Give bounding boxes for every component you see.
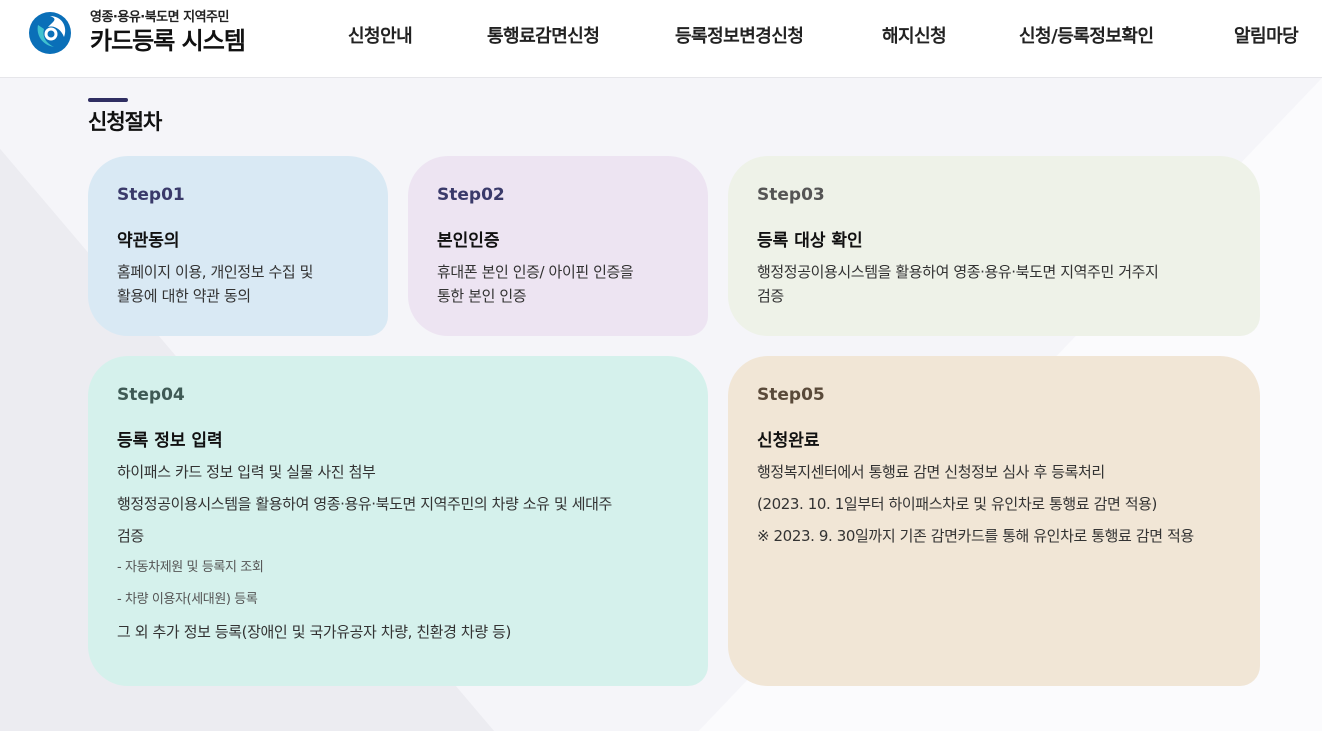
step-title: 등록 대상 확인 (757, 231, 863, 251)
nav-item-registration-check[interactable]: 신청/등록정보확인 (1019, 22, 1154, 48)
step-title: 신청완료 (757, 431, 820, 451)
step-title: 약관동의 (117, 231, 180, 251)
step-card-05: Step05 신청완료 행정복지센터에서 통행료 감면 신청정보 심사 후 등록… (728, 356, 1260, 686)
step-description-line: ※ 2023. 9. 30일까지 기존 감면카드를 통해 유인차로 통행료 감면… (757, 527, 1194, 545)
main-nav: 신청안내 통행료감면신청 등록정보변경신청 해지신청 신청/등록정보확인 알림마… (0, 0, 1322, 78)
step-card-03: Step03 등록 대상 확인 행정정공이용시스템을 활용하여 영종·용유·북도… (728, 156, 1260, 336)
step-card-02: Step02 본인인증 휴대폰 본인 인증/ 아이핀 인증을 통한 본인 인증 (408, 156, 708, 336)
nav-item-cancellation[interactable]: 해지신청 (882, 22, 947, 48)
step-description-line: 통한 본인 인증 (437, 287, 527, 305)
step-description-line: (2023. 10. 1일부터 하이패스차로 및 유인차로 통행료 감면 적용) (757, 495, 1157, 513)
step-sub-item: - 차량 이용자(세대원) 등록 (117, 592, 258, 607)
step-description-line: 행정정공이용시스템을 활용하여 영종·용유·북도면 지역주민 거주지 (757, 263, 1159, 281)
step-description-line: 검증 (117, 527, 144, 545)
step-number: Step04 (117, 385, 185, 405)
step-description-line: 홈페이지 이용, 개인정보 수집 및 (117, 263, 314, 281)
step-description-line: 휴대폰 본인 인증/ 아이핀 인증을 (437, 263, 634, 281)
step-card-01: Step01 약관동의 홈페이지 이용, 개인정보 수집 및 활용에 대한 약관… (88, 156, 388, 336)
step-description-line: 하이패스 카드 정보 입력 및 실물 사진 첨부 (117, 463, 376, 481)
step-number: Step03 (757, 185, 825, 205)
step-description-line: 검증 (757, 287, 784, 305)
step-number: Step05 (757, 385, 825, 405)
section-title-accent (88, 98, 128, 102)
nav-item-application-guide[interactable]: 신청안내 (348, 22, 413, 48)
step-description-line: 그 외 추가 정보 등록(장애인 및 국가유공자 차량, 친환경 차량 등) (117, 623, 511, 641)
nav-item-notice[interactable]: 알림마당 (1234, 22, 1299, 48)
step-card-04: Step04 등록 정보 입력 하이패스 카드 정보 입력 및 실물 사진 첨부… (88, 356, 708, 686)
step-sub-item: - 자동차제원 및 등록지 조회 (117, 560, 264, 575)
step-description-line: 활용에 대한 약관 동의 (117, 287, 251, 305)
site-header: 영종·용유·북도면 지역주민 카드등록 시스템 신청안내 통행료감면신청 등록정… (0, 0, 1322, 78)
nav-item-toll-discount-application[interactable]: 통행료감면신청 (487, 22, 600, 48)
step-title: 본인인증 (437, 231, 500, 251)
step-description-line: 행정복지센터에서 통행료 감면 신청정보 심사 후 등록처리 (757, 463, 1105, 481)
nav-item-registration-change[interactable]: 등록정보변경신청 (675, 22, 804, 48)
step-number: Step02 (437, 185, 505, 205)
step-description-line: 행정정공이용시스템을 활용하여 영종·용유·북도면 지역주민의 차량 소유 및 … (117, 495, 612, 513)
step-number: Step01 (117, 185, 185, 205)
step-title: 등록 정보 입력 (117, 431, 223, 451)
section-title: 신청절차 (88, 110, 162, 134)
